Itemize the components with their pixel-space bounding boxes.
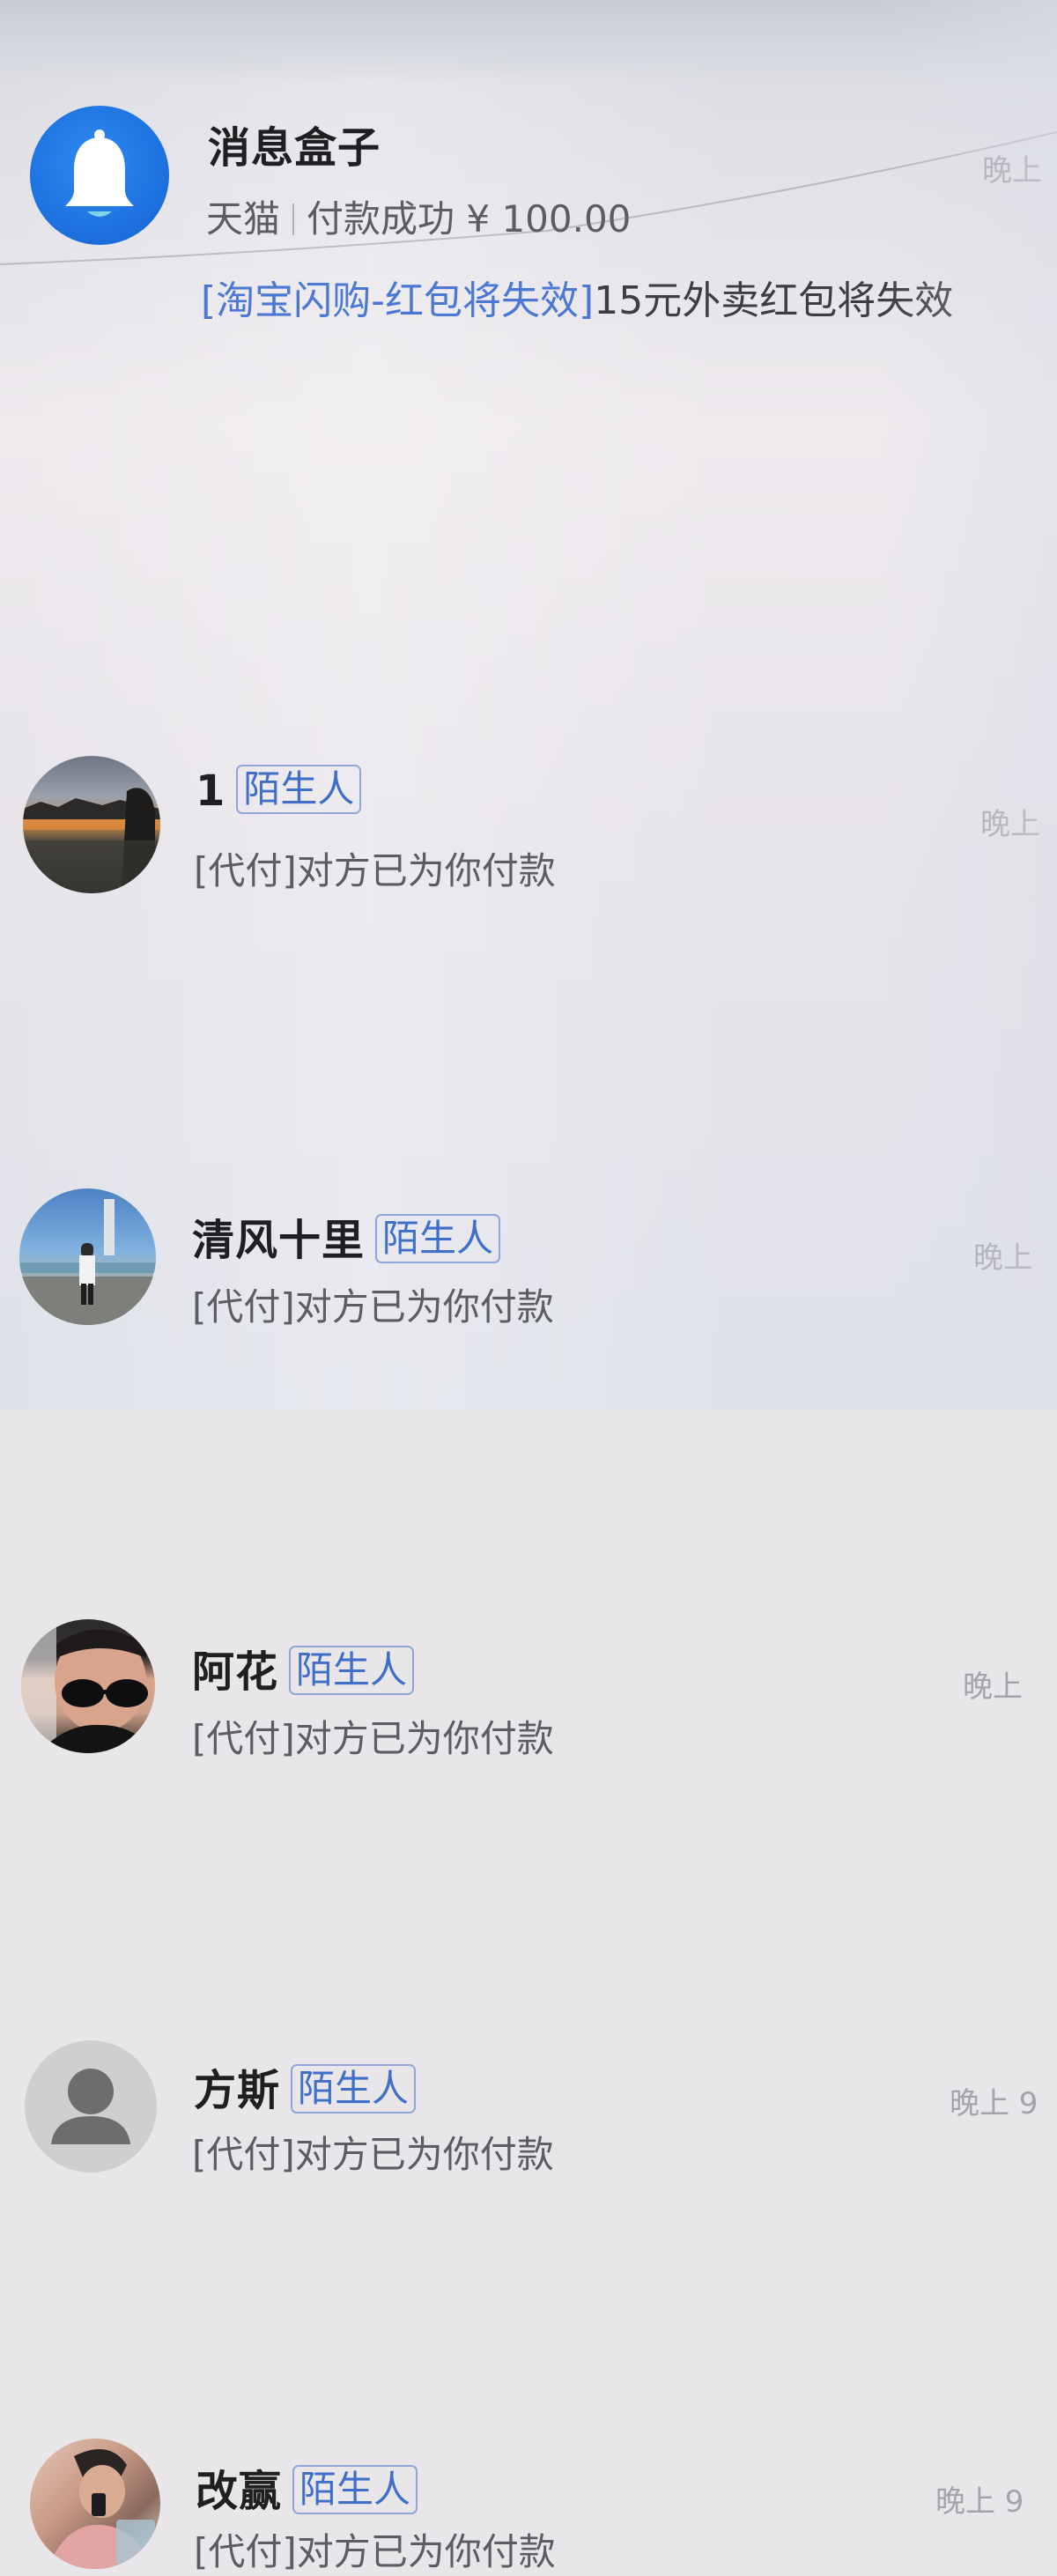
inbox-title: 消息盒子	[208, 123, 381, 173]
promo-tag: [淘宝闪购-红包将失效]	[201, 278, 595, 323]
message-list: 消息盒子 天猫 付款成功 ¥ 100.00 [淘宝闪购-红包将失效]15元外卖红包…	[0, 0, 1057, 2573]
bell-icon	[65, 130, 134, 217]
conversation-row[interactable]: 改赢 陌生人 [代付]对方已为你付款 晚上 9	[0, 1216, 1057, 2573]
promo-text: 15元外卖红包将失效	[594, 278, 954, 323]
stranger-badge: 陌生人	[289, 1646, 415, 1695]
message-time: 晚上	[963, 1669, 1023, 1705]
contact-name: 方斯 陌生人	[194, 2055, 417, 2117]
inbox-time: 晚上	[982, 153, 1042, 189]
conversation-row[interactable]: 方斯 陌生人 [代付]对方已为你付款 晚上 9	[0, 1013, 1057, 2176]
inbox-row[interactable]: 消息盒子 天猫 付款成功 ¥ 100.00 [淘宝闪购-红包将失效]15元外卖红包…	[0, 0, 1057, 352]
conversation-row[interactable]: 1 陌生人 [代付]对方已为你付款 晚上	[0, 370, 1057, 893]
message-preview: [代付]对方已为你付款	[194, 2530, 556, 2573]
subtitle-divider	[292, 204, 295, 235]
conversation-row[interactable]: 清风十里 陌生人 [代付]对方已为你付款 晚上	[0, 586, 1057, 1329]
contact-name-text: 阿花	[192, 1647, 279, 1697]
inbox-subtitle-text: 付款成功 ¥ 100.00	[307, 197, 632, 241]
inbox-subtitle-source: 天猫	[206, 197, 281, 241]
inbox-promo: [淘宝闪购-红包将失效]15元外卖红包将失效	[201, 269, 953, 325]
contact-name-text: 方斯	[194, 2066, 281, 2115]
message-preview: [代付]对方已为你付款	[192, 2133, 554, 2176]
message-time: 晚上 9	[950, 2086, 1039, 2121]
avatar	[25, 2040, 157, 2173]
contact-name-text: 改赢	[196, 2467, 283, 2516]
stranger-badge: 陌生人	[292, 2465, 418, 2514]
avatar	[30, 2439, 160, 2569]
default-user-icon	[51, 2069, 130, 2144]
inbox-avatar	[30, 106, 169, 245]
avatar-photo-person	[48, 2449, 155, 2569]
inbox-subtitle: 天猫 付款成功 ¥ 100.00	[206, 189, 631, 243]
contact-name: 阿花 陌生人	[192, 1637, 415, 1699]
avatar	[21, 1619, 155, 1753]
message-preview: [代付]对方已为你付款	[192, 1717, 554, 1760]
message-time: 晚上 9	[935, 2484, 1024, 2520]
stranger-badge: 陌生人	[291, 2064, 417, 2113]
contact-name: 改赢 陌生人	[196, 2456, 418, 2518]
avatar-photo-sunglasses	[21, 1619, 155, 1753]
conversation-row[interactable]: 阿花 陌生人 [代付]对方已为你付款 晚上	[0, 802, 1057, 1760]
